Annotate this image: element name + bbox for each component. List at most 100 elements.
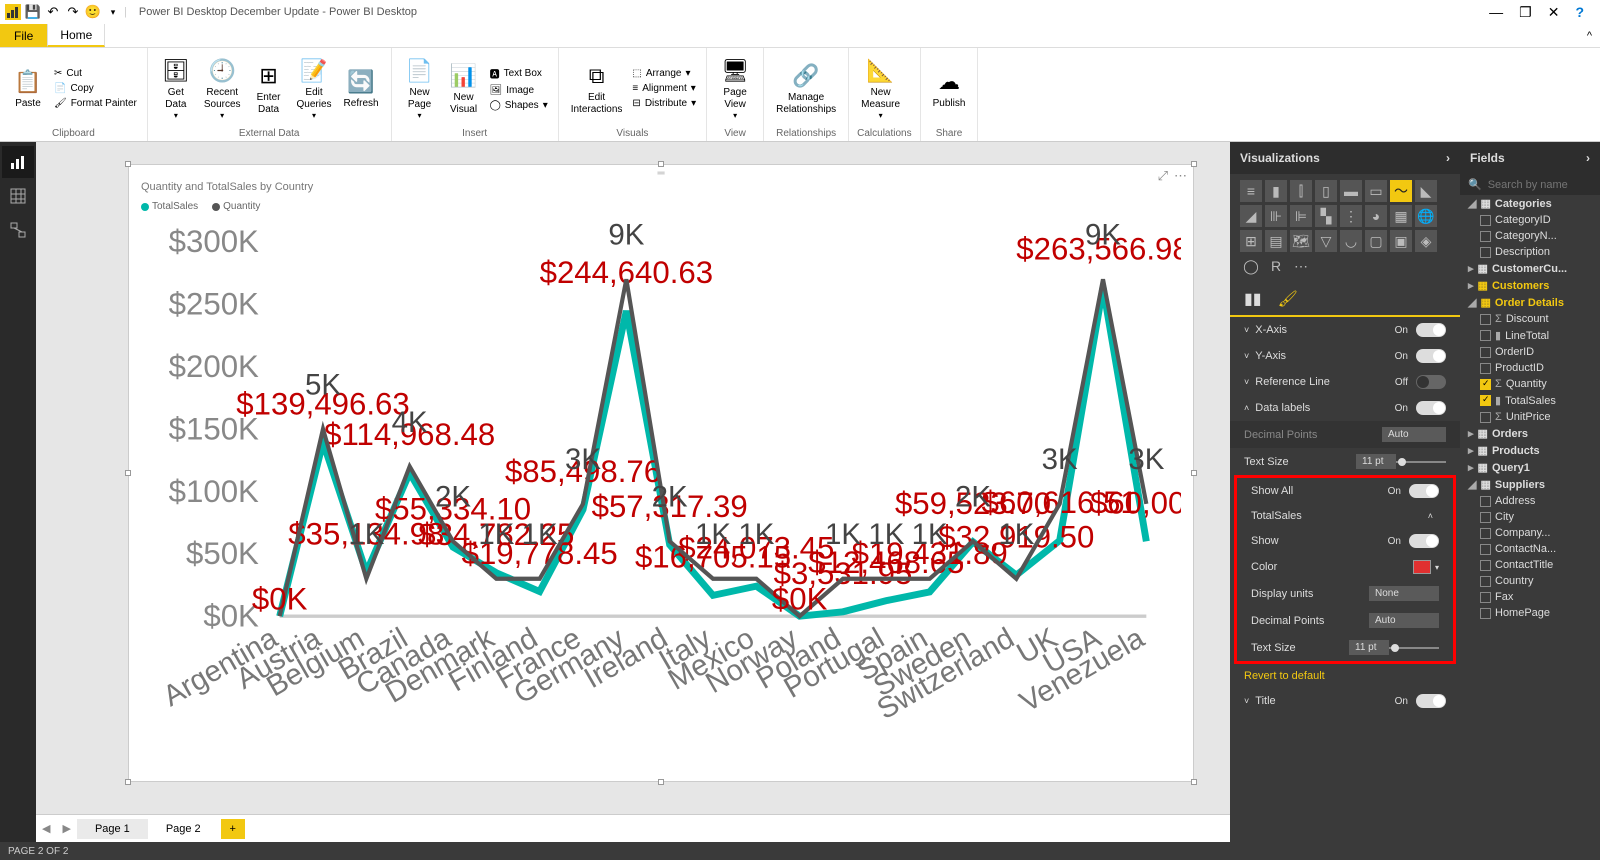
funnel-icon[interactable]: ▽ bbox=[1315, 230, 1337, 252]
table-query1[interactable]: ▸▦Query1 bbox=[1460, 459, 1600, 476]
relationship-view-icon[interactable] bbox=[2, 214, 34, 246]
fields-search[interactable]: 🔍 bbox=[1460, 174, 1600, 195]
import-visual-icon[interactable]: ⋯ bbox=[1290, 255, 1312, 277]
decimal-points-input[interactable] bbox=[1369, 613, 1439, 628]
table-categories[interactable]: ◢▦Categories bbox=[1460, 195, 1600, 212]
format-totalsales-section[interactable]: TotalSales˄ bbox=[1237, 504, 1453, 528]
multi-card-icon[interactable]: ▣ bbox=[1390, 230, 1412, 252]
hundred-column-icon[interactable]: ▭ bbox=[1365, 180, 1387, 202]
get-data-button[interactable]: 🗄Get Data▾ bbox=[156, 53, 196, 123]
text-size-top-input[interactable] bbox=[1356, 454, 1396, 469]
shapes-button[interactable]: ◯Shapes ▾ bbox=[488, 99, 550, 112]
prev-page-icon[interactable]: ◀ bbox=[36, 822, 56, 835]
hundred-bar-icon[interactable]: ▬ bbox=[1340, 180, 1362, 202]
edit-interactions-button[interactable]: ⧉Edit Interactions bbox=[567, 58, 627, 118]
card-icon[interactable]: ▢ bbox=[1365, 230, 1387, 252]
r-visual-icon[interactable]: R bbox=[1265, 255, 1287, 277]
display-units-input[interactable] bbox=[1369, 586, 1439, 601]
format-display-units[interactable]: Display units bbox=[1237, 580, 1453, 607]
fields-tab-icon[interactable]: ▮▮ bbox=[1244, 289, 1262, 309]
search-input[interactable] bbox=[1488, 179, 1600, 191]
format-tab-icon[interactable]: 🖌 bbox=[1278, 289, 1298, 309]
text-box-button[interactable]: 🅰Text Box bbox=[488, 65, 550, 82]
field-country[interactable]: Country bbox=[1460, 573, 1600, 589]
kpi-icon[interactable]: ◈ bbox=[1415, 230, 1437, 252]
field-totalsales[interactable]: ▮TotalSales bbox=[1460, 392, 1600, 409]
field-address[interactable]: Address bbox=[1460, 493, 1600, 509]
field-homepage[interactable]: HomePage bbox=[1460, 605, 1600, 621]
matrix-icon[interactable]: ▤ bbox=[1265, 230, 1287, 252]
table-icon[interactable]: ⊞ bbox=[1240, 230, 1262, 252]
page-tab-1[interactable]: Page 1 bbox=[77, 819, 148, 839]
area-chart-icon[interactable]: ◣ bbox=[1415, 180, 1437, 202]
waterfall-icon[interactable]: ▚ bbox=[1315, 205, 1337, 227]
edit-queries-button[interactable]: 📝Edit Queries▾ bbox=[293, 53, 336, 123]
table-customercu[interactable]: ▸▦CustomerCu... bbox=[1460, 260, 1600, 277]
add-page-button[interactable]: + bbox=[221, 819, 245, 839]
line-chart-icon[interactable]: 〜 bbox=[1390, 180, 1412, 202]
field-description[interactable]: Description bbox=[1460, 244, 1600, 260]
pie-icon[interactable]: ◕ bbox=[1365, 205, 1387, 227]
line-stacked-icon[interactable]: ⊪ bbox=[1265, 205, 1287, 227]
field-city[interactable]: City bbox=[1460, 509, 1600, 525]
collapse-viz-icon[interactable]: › bbox=[1446, 151, 1450, 165]
text-size-input[interactable] bbox=[1349, 640, 1389, 655]
close-icon[interactable]: ✕ bbox=[1548, 4, 1560, 21]
format-show[interactable]: ShowOn bbox=[1237, 528, 1453, 554]
qat-dropdown-icon[interactable]: ▾ bbox=[104, 3, 122, 21]
save-icon[interactable]: 💾 bbox=[24, 3, 42, 21]
field-fax[interactable]: Fax bbox=[1460, 589, 1600, 605]
table-order-details[interactable]: ◢▦Order Details bbox=[1460, 294, 1600, 311]
field-contacttitle[interactable]: ContactTitle bbox=[1460, 557, 1600, 573]
format-reference-line[interactable]: ˅Reference LineOff bbox=[1230, 369, 1460, 395]
new-visual-button[interactable]: 📊New Visual bbox=[444, 58, 484, 118]
redo-icon[interactable]: ↷ bbox=[64, 3, 82, 21]
alignment-button[interactable]: ≡Alignment ▾ bbox=[630, 82, 698, 95]
table-suppliers[interactable]: ◢▦Suppliers bbox=[1460, 476, 1600, 493]
focus-mode-icon[interactable]: ⤢ bbox=[1158, 168, 1168, 184]
maximize-icon[interactable]: ❐ bbox=[1519, 4, 1532, 21]
cut-button[interactable]: ✂Cut bbox=[52, 67, 139, 80]
format-x-axis[interactable]: ˅X-AxisOn bbox=[1230, 317, 1460, 343]
format-pane[interactable]: ˅X-AxisOn ˅Y-AxisOn ˅Reference LineOff ˄… bbox=[1230, 317, 1460, 842]
stacked-bar-icon[interactable]: ≡ bbox=[1240, 180, 1262, 202]
scatter-icon[interactable]: ⋮ bbox=[1340, 205, 1362, 227]
format-show-all[interactable]: Show AllOn bbox=[1237, 478, 1453, 504]
help-icon[interactable]: ? bbox=[1575, 4, 1584, 21]
tab-file[interactable]: File bbox=[0, 24, 47, 47]
field-orderid[interactable]: OrderID bbox=[1460, 344, 1600, 360]
donut-icon[interactable]: ◯ bbox=[1240, 255, 1262, 277]
gauge-icon[interactable]: ◡ bbox=[1340, 230, 1362, 252]
decimal-top-input[interactable] bbox=[1382, 427, 1446, 442]
next-page-icon[interactable]: ▶ bbox=[56, 822, 76, 835]
clustered-bar-icon[interactable]: ⫿ bbox=[1290, 180, 1312, 202]
report-canvas[interactable]: ═ ⤢ ⋯ Quantity and TotalSales by Country… bbox=[128, 164, 1194, 782]
drag-handle-icon[interactable]: ═ bbox=[657, 168, 664, 179]
field-company[interactable]: Company... bbox=[1460, 525, 1600, 541]
recent-sources-button[interactable]: 🕘Recent Sources▾ bbox=[200, 53, 245, 123]
page-view-button[interactable]: 🖥Page View▾ bbox=[715, 53, 755, 123]
format-title[interactable]: ˅TitleOn bbox=[1230, 688, 1460, 714]
page-tab-2[interactable]: Page 2 bbox=[148, 819, 219, 839]
field-quantity[interactable]: ΣQuantity bbox=[1460, 376, 1600, 392]
field-contactname[interactable]: ContactNa... bbox=[1460, 541, 1600, 557]
field-unitprice[interactable]: ΣUnitPrice bbox=[1460, 409, 1600, 425]
collapse-ribbon-icon[interactable]: ^ bbox=[1587, 30, 1592, 42]
format-y-axis[interactable]: ˅Y-AxisOn bbox=[1230, 343, 1460, 369]
arrange-button[interactable]: ⬚Arrange ▾ bbox=[630, 67, 698, 80]
refresh-button[interactable]: 🔄Refresh bbox=[340, 64, 383, 112]
manage-relationships-button[interactable]: 🔗Manage Relationships bbox=[772, 58, 840, 118]
data-view-icon[interactable] bbox=[2, 180, 34, 212]
field-linetotal[interactable]: ▮LineTotal bbox=[1460, 327, 1600, 344]
collapse-fields-icon[interactable]: › bbox=[1586, 151, 1590, 165]
format-data-labels[interactable]: ˄Data labelsOn bbox=[1230, 395, 1460, 421]
format-text-size-top[interactable]: Text Size bbox=[1230, 448, 1460, 475]
field-categoryname[interactable]: CategoryN... bbox=[1460, 228, 1600, 244]
new-measure-button[interactable]: 📐New Measure▾ bbox=[857, 53, 904, 123]
paste-button[interactable]: 📋Paste bbox=[8, 64, 48, 112]
format-color[interactable]: Color▾ bbox=[1237, 554, 1453, 580]
line-clustered-icon[interactable]: ⊫ bbox=[1290, 205, 1312, 227]
clustered-column-icon[interactable]: ▯ bbox=[1315, 180, 1337, 202]
format-text-size[interactable]: Text Size bbox=[1237, 634, 1453, 661]
table-customers[interactable]: ▸▦Customers bbox=[1460, 277, 1600, 294]
